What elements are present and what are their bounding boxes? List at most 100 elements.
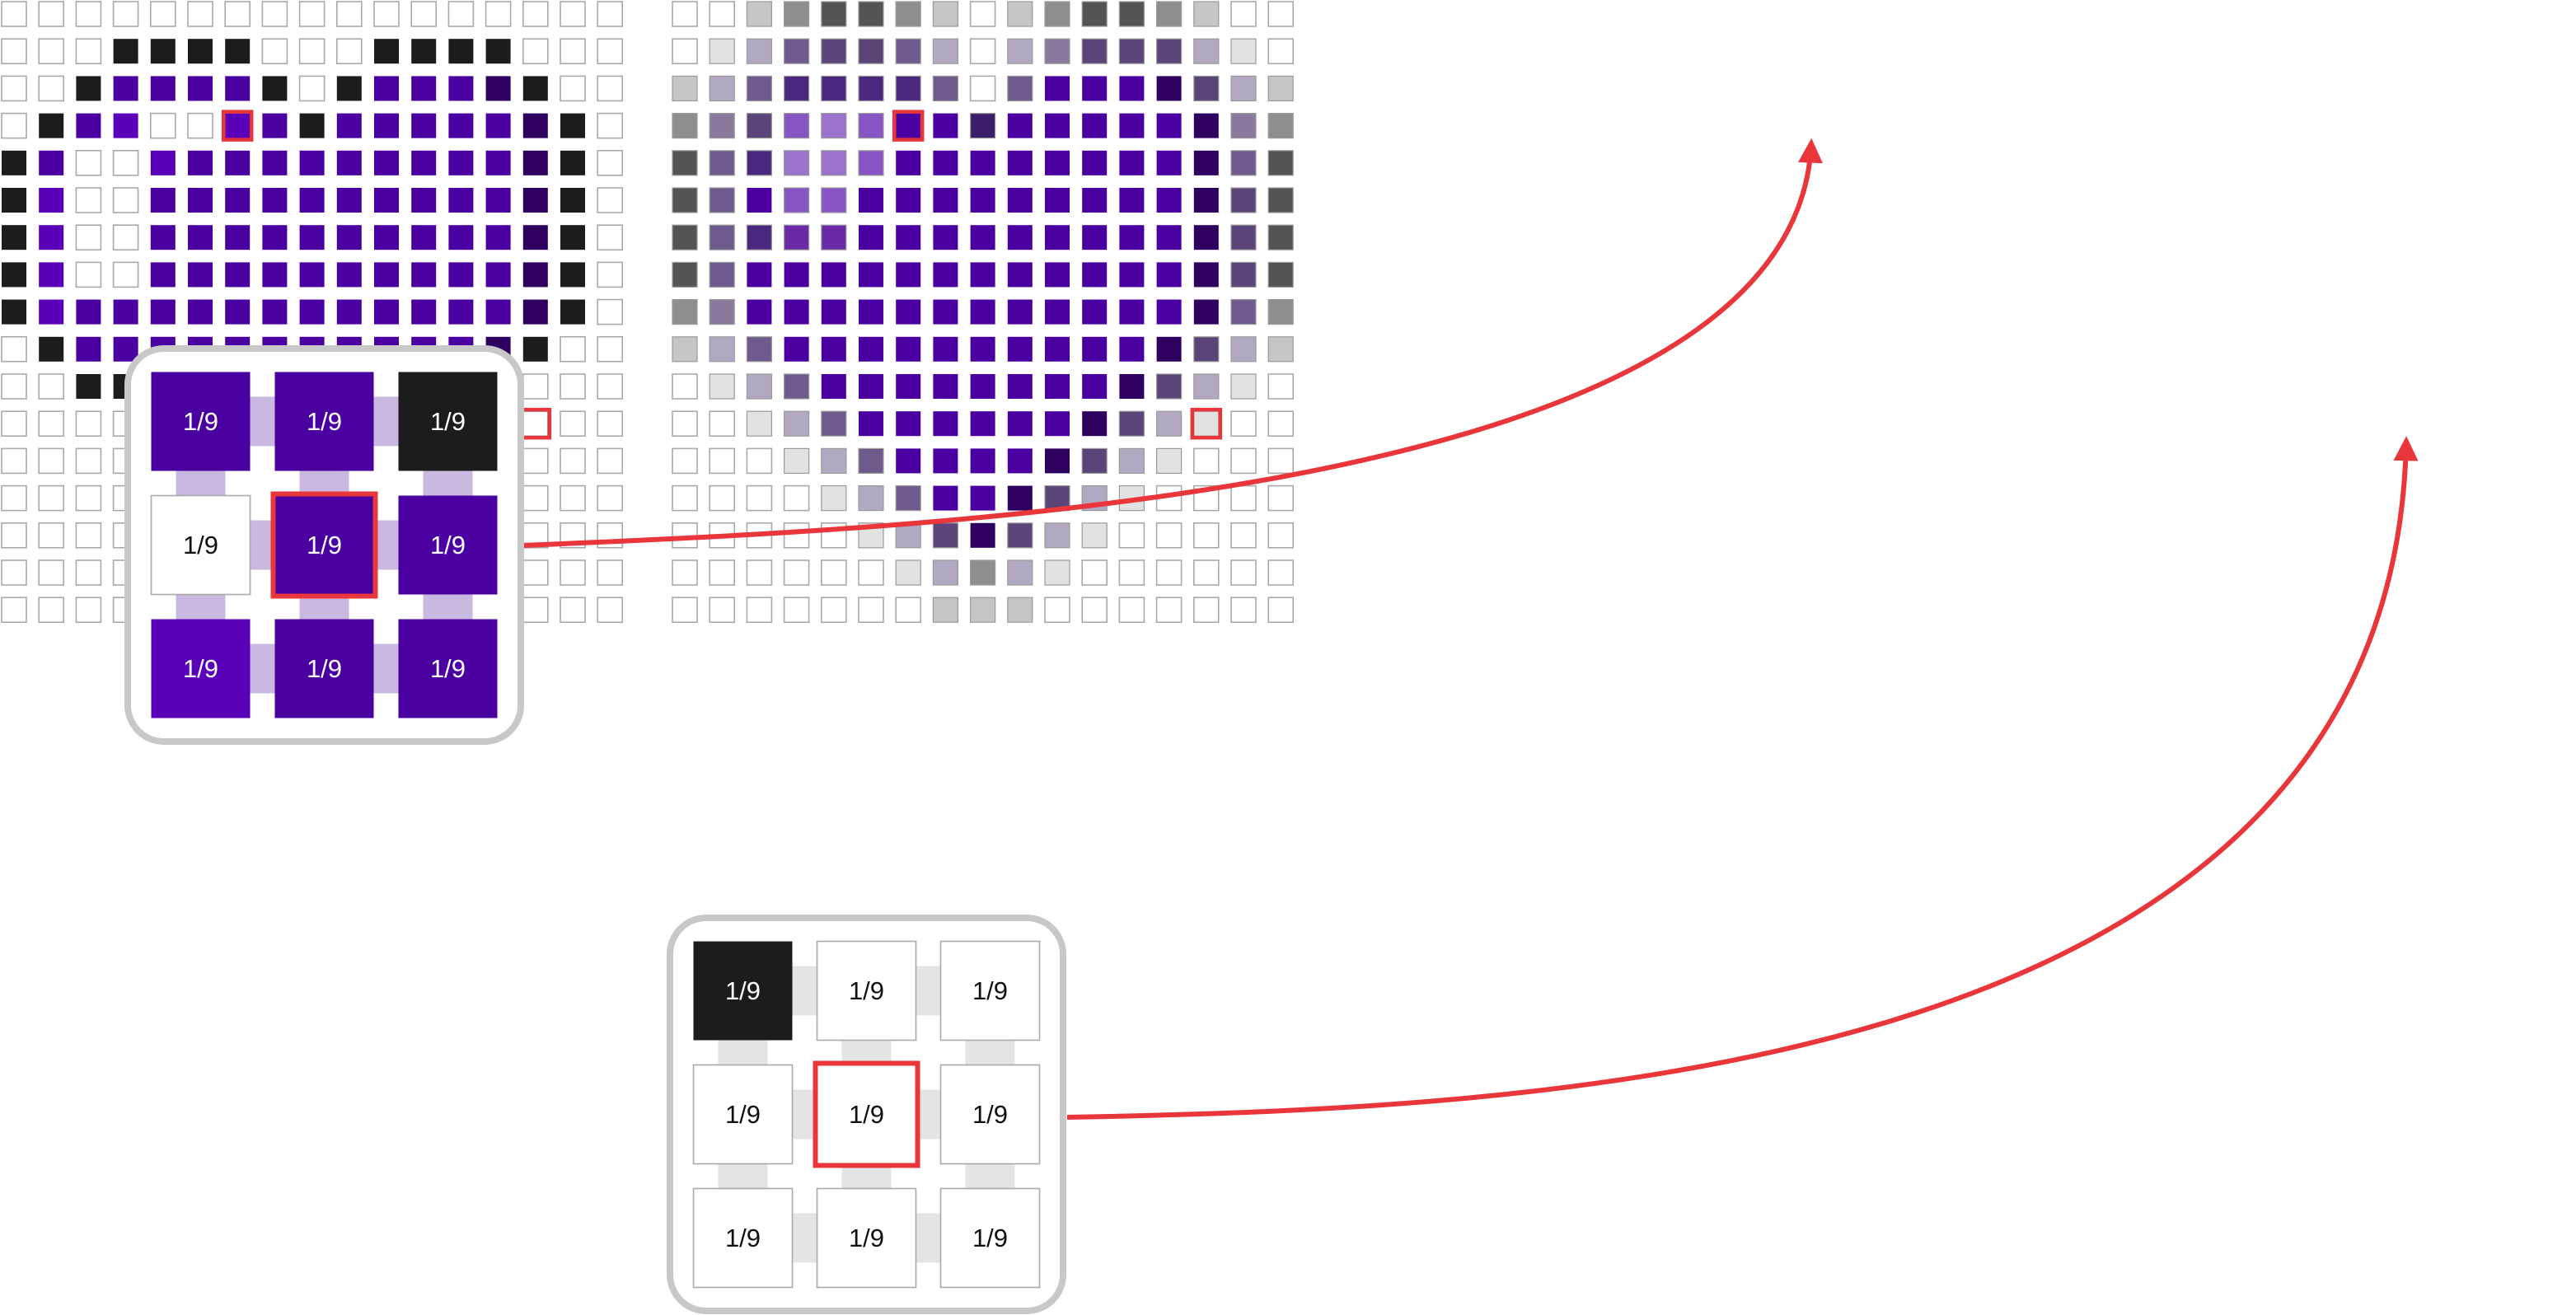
left-pixel-cell bbox=[75, 484, 102, 512]
right-pixel-cell bbox=[1045, 262, 1070, 288]
left-pixel-cell bbox=[522, 373, 549, 400]
left-pixel-cell bbox=[225, 299, 251, 325]
right-pixel-cell bbox=[1155, 410, 1183, 437]
right-pixel-cell bbox=[1007, 374, 1033, 399]
right-pixel-cell bbox=[1045, 150, 1070, 175]
right-pixel-cell bbox=[672, 1, 698, 27]
left-pixel-cell bbox=[188, 299, 213, 325]
right-pixel-cell bbox=[1193, 150, 1219, 175]
right-pixel-cell bbox=[1230, 187, 1257, 213]
left-pixel-cell bbox=[150, 225, 176, 250]
right-pixel-cell bbox=[1156, 188, 1182, 213]
left-pixel-cell bbox=[76, 374, 101, 399]
right-pixel-cell bbox=[1082, 336, 1108, 362]
left-pixel-cell bbox=[560, 410, 586, 438]
right-pixel-cell bbox=[1193, 188, 1219, 213]
right-pixel-cell bbox=[1007, 75, 1033, 102]
right-pixel-cell bbox=[1082, 411, 1108, 437]
left-pixel-cell bbox=[447, 1, 475, 27]
right-pixel-cell bbox=[895, 597, 921, 624]
left-pixel-cell bbox=[522, 410, 549, 438]
kernel-inset-top: 1/9 1/9 1/9 1/9 1/9 1/9 1/9 1/9 1/9 bbox=[124, 345, 524, 745]
left-pixel-cell bbox=[485, 262, 511, 288]
right-pixel-cell bbox=[1007, 113, 1033, 138]
right-pixel-cell bbox=[970, 150, 995, 175]
left-pixel-cell bbox=[522, 113, 548, 138]
right-pixel-cell bbox=[933, 485, 958, 511]
right-pixel-cell bbox=[1193, 299, 1219, 325]
right-pixel-cell bbox=[859, 188, 883, 213]
right-pixel-cell bbox=[1082, 188, 1108, 213]
right-pixel-cell bbox=[896, 299, 921, 325]
right-pixel-cell bbox=[1193, 38, 1220, 64]
left-pixel-cell bbox=[374, 39, 399, 64]
right-pixel-cell bbox=[821, 38, 847, 64]
right-pixel-cell bbox=[1007, 522, 1033, 549]
right-pixel-cell bbox=[821, 75, 847, 102]
right-pixel-cell bbox=[1045, 225, 1070, 250]
left-pixel-cell bbox=[75, 187, 102, 213]
right-pixel-cell bbox=[1193, 262, 1219, 288]
right-pixel-cell bbox=[821, 374, 846, 399]
left-pixel-cell bbox=[38, 410, 65, 438]
right-pixel-cell bbox=[1081, 597, 1108, 624]
right-pixel-cell bbox=[746, 484, 773, 512]
left-pixel-cell bbox=[1, 484, 27, 512]
right-pixel-cell bbox=[746, 373, 773, 400]
right-pixel-cell bbox=[1007, 262, 1033, 288]
kernel-a-weight-label: 1/9 bbox=[183, 531, 218, 559]
right-pixel-cell bbox=[747, 188, 772, 213]
right-pixel-cell bbox=[746, 447, 773, 475]
right-pixel-cell bbox=[970, 262, 995, 288]
right-pixel-cell bbox=[709, 373, 735, 400]
left-pixel-cell bbox=[597, 373, 624, 400]
left-pixel-cell bbox=[597, 112, 624, 139]
left-pixel-cell bbox=[262, 150, 288, 175]
left-pixel-cell bbox=[374, 188, 399, 213]
left-pixel-cell bbox=[411, 299, 437, 325]
right-pixel-cell bbox=[1267, 224, 1294, 250]
left-pixel-cell bbox=[336, 299, 362, 325]
left-pixel-cell bbox=[335, 1, 363, 27]
right-pixel-cell bbox=[969, 597, 996, 623]
right-pixel-cell bbox=[709, 224, 735, 250]
right-pixel-cell bbox=[821, 262, 846, 288]
right-pixel-cell bbox=[1118, 410, 1145, 437]
right-pixel-cell bbox=[1267, 373, 1294, 400]
left-pixel-cell bbox=[75, 447, 102, 475]
right-pixel-cell bbox=[672, 224, 698, 250]
right-pixel-cell bbox=[672, 261, 698, 288]
left-pixel-cell bbox=[298, 75, 326, 102]
right-pixel-cell bbox=[1267, 38, 1294, 65]
right-pixel-cell bbox=[1081, 1, 1108, 27]
right-pixel-cell bbox=[1044, 38, 1070, 64]
right-pixel-cell bbox=[1007, 485, 1033, 511]
right-pixel-cell bbox=[895, 559, 921, 586]
right-pixel-cell bbox=[1007, 336, 1033, 362]
left-pixel-cell bbox=[336, 188, 362, 213]
right-pixel-cell bbox=[933, 262, 958, 288]
left-pixel-cell bbox=[485, 39, 511, 64]
right-pixel-cell bbox=[858, 447, 884, 475]
right-pixel-cell bbox=[1119, 336, 1145, 362]
left-pixel-cell bbox=[39, 113, 64, 138]
left-pixel-cell bbox=[597, 224, 624, 251]
right-pixel-cell bbox=[1267, 75, 1294, 102]
right-pixel-cell bbox=[933, 299, 958, 325]
kernel-a-weight-label: 1/9 bbox=[430, 407, 466, 436]
left-pixel-cell bbox=[485, 76, 511, 101]
left-pixel-cell bbox=[560, 188, 585, 213]
right-pixel-cell bbox=[859, 262, 883, 288]
right-pixel-cell bbox=[746, 38, 773, 64]
left-pixel-cell bbox=[597, 150, 624, 176]
right-pixel-cell bbox=[932, 75, 959, 102]
right-pixel-cell bbox=[1193, 410, 1220, 437]
right-pixel-cell bbox=[783, 113, 810, 139]
right-pixel-cell bbox=[1045, 374, 1070, 399]
left-pixel-cell bbox=[76, 336, 101, 362]
left-pixel-cell bbox=[374, 76, 399, 101]
right-pixel-cell bbox=[1193, 75, 1220, 102]
right-pixel-cell bbox=[932, 522, 959, 549]
right-pixel-cell bbox=[709, 484, 736, 512]
right-pixel-cell bbox=[896, 336, 921, 362]
